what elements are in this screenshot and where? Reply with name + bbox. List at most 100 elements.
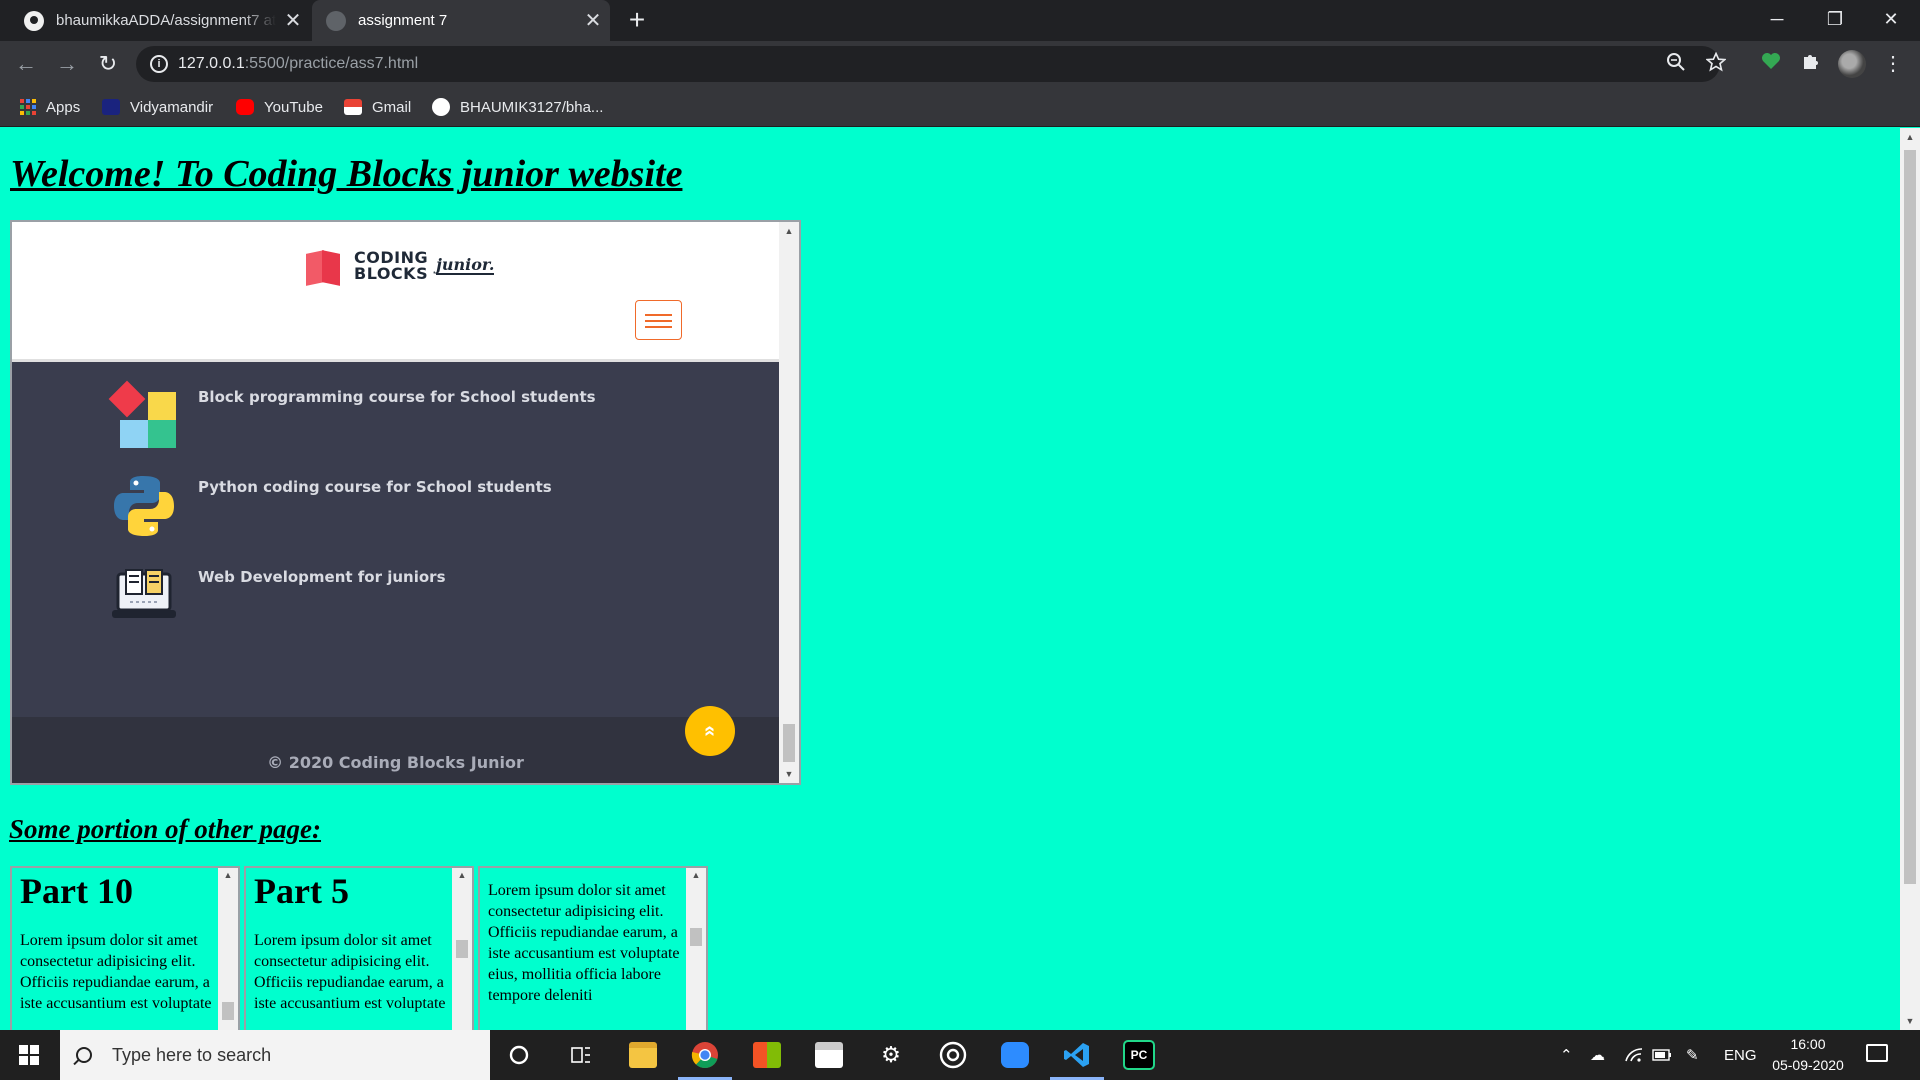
course-label: Web Development for juniors (198, 568, 446, 586)
bookmark-star-icon[interactable] (1705, 51, 1727, 78)
vscode-icon[interactable] (1046, 1030, 1108, 1080)
chrome-icon[interactable] (674, 1030, 736, 1080)
file-explorer-icon[interactable] (612, 1030, 674, 1080)
scroll-up-arrow-icon[interactable]: ▲ (1900, 132, 1920, 142)
close-window-button[interactable]: ✕ (1862, 0, 1920, 41)
part-scrollbar[interactable]: ▲ (218, 868, 238, 1030)
page-scrollbar[interactable]: ▲ ▼ (1900, 128, 1920, 1030)
tab-github[interactable]: bhaumikkaADDA/assignment7 at ✕ (10, 0, 310, 41)
profile-avatar[interactable] (1838, 50, 1866, 78)
heart-extension-icon[interactable] (1758, 51, 1784, 77)
scrollbar-thumb[interactable] (1904, 150, 1916, 884)
back-button[interactable]: ← (10, 48, 42, 80)
scrollbar-thumb[interactable] (690, 928, 702, 946)
tab-close-icon[interactable]: ✕ (276, 8, 310, 33)
cortana-icon[interactable] (488, 1030, 550, 1080)
language-indicator[interactable]: ENG (1724, 1030, 1757, 1080)
course-item-web-dev[interactable]: Web Development for juniors (108, 560, 446, 632)
search-icon (76, 1047, 92, 1063)
restore-button[interactable]: ❐ (1806, 0, 1864, 41)
wifi-icon[interactable] (1624, 1030, 1644, 1080)
course-label: Python coding course for School students (198, 478, 552, 496)
forward-button[interactable]: → (51, 48, 83, 80)
taskbar-search-box[interactable]: Type here to search (60, 1030, 490, 1080)
video-editor-icon[interactable] (798, 1030, 860, 1080)
scroll-up-arrow-icon[interactable]: ▲ (686, 870, 706, 880)
vmc-icon (102, 99, 120, 115)
taskbar-clock[interactable]: 16:00 05-09-2020 (1758, 1034, 1858, 1076)
bookmark-apps[interactable]: Apps (20, 87, 80, 127)
bookmark-vidyamandir[interactable]: Vidyamandir (102, 87, 213, 127)
part-content: Part 5 Lorem ipsum dolor sit amet consec… (254, 868, 450, 1014)
battery-icon[interactable] (1652, 1030, 1672, 1080)
cbj-logo[interactable]: CODING BLOCKS junior. (304, 246, 495, 286)
part-scrollbar[interactable]: ▲ (452, 868, 472, 1030)
scroll-up-arrow-icon[interactable]: ▲ (218, 870, 238, 880)
scroll-down-arrow-icon[interactable]: ▼ (779, 769, 799, 779)
scroll-up-arrow-icon[interactable]: ▲ (452, 870, 472, 880)
tab-assignment-7[interactable]: assignment 7 ✕ (312, 0, 610, 41)
start-button[interactable] (0, 1030, 58, 1080)
scroll-to-top-button[interactable]: » (685, 706, 735, 756)
bookmark-github[interactable]: BHAUMIK3127/bha... (432, 87, 603, 127)
windows-taskbar: Type here to search ⚙ PC ⌃ ☁ ✎ ENG 16:00… (0, 1030, 1920, 1080)
bookmarks-bar: Apps Vidyamandir YouTube Gmail BHAUMIK31… (0, 87, 1920, 127)
part-frame-1[interactable]: Part 10 Lorem ipsum dolor sit amet conse… (10, 866, 240, 1030)
embedded-site: CODING BLOCKS junior. Block programming … (12, 222, 779, 783)
page-title: Welcome! To Coding Blocks junior website (10, 153, 683, 195)
bookmark-label: BHAUMIK3127/bha... (460, 98, 604, 116)
blocks-icon (108, 380, 180, 452)
course-item-block-programming[interactable]: Block programming course for School stud… (108, 380, 596, 452)
course-list: Block programming course for School stud… (12, 362, 779, 717)
part-content: Lorem ipsum dolor sit amet consectetur a… (488, 868, 684, 1006)
tab-close-icon[interactable]: ✕ (576, 8, 610, 33)
laptop-book-icon (108, 560, 180, 632)
part-frame-3[interactable]: Lorem ipsum dolor sit amet consectetur a… (478, 866, 708, 1030)
minimize-button[interactable]: ─ (1748, 0, 1806, 41)
part-text: Lorem ipsum dolor sit amet consectetur a… (20, 932, 212, 1012)
section-subheading: Some portion of other page: (9, 814, 322, 844)
bookmark-label: Vidyamandir (130, 98, 214, 116)
store-icon[interactable] (736, 1030, 798, 1080)
task-view-icon[interactable] (550, 1030, 612, 1080)
media-player-icon[interactable] (922, 1030, 984, 1080)
tab-title: assignment 7 (358, 12, 448, 29)
youtube-icon (236, 99, 254, 115)
show-hidden-icons-chevron-icon[interactable]: ⌃ (1560, 1030, 1573, 1080)
bookmark-gmail[interactable]: Gmail (344, 87, 411, 127)
logo-line-2: BLOCKS (354, 264, 429, 283)
embedded-site-iframe[interactable]: CODING BLOCKS junior. Block programming … (10, 220, 801, 785)
windows-logo-icon (19, 1045, 39, 1065)
pycharm-icon[interactable]: PC (1108, 1030, 1170, 1080)
scrollbar-thumb[interactable] (783, 724, 795, 762)
address-bar[interactable]: i 127.0.0.1:5500/practice/ass7.html (136, 46, 1727, 82)
scroll-down-arrow-icon[interactable]: ▼ (1900, 1016, 1920, 1026)
onedrive-icon[interactable]: ☁ (1590, 1030, 1605, 1080)
url-path: :5500/practice/ass7.html (244, 55, 419, 72)
hamburger-menu-button[interactable] (635, 300, 682, 340)
scrollbar-thumb[interactable] (222, 1002, 234, 1020)
pen-icon[interactable]: ✎ (1686, 1030, 1699, 1080)
search-placeholder: Type here to search (112, 1044, 272, 1065)
reload-button[interactable]: ↻ (92, 48, 124, 80)
course-item-python[interactable]: Python coding course for School students (108, 470, 552, 542)
site-info-icon[interactable]: i (150, 55, 168, 73)
url-text[interactable]: 127.0.0.1:5500/practice/ass7.html (178, 55, 418, 73)
part-frame-2[interactable]: Part 5 Lorem ipsum dolor sit amet consec… (244, 866, 474, 1030)
part-scrollbar[interactable]: ▲ (686, 868, 706, 1030)
bookmark-youtube[interactable]: YouTube (236, 87, 323, 127)
scrollbar-thumb[interactable] (456, 940, 468, 958)
extensions-puzzle-icon[interactable] (1798, 51, 1824, 77)
notifications-icon[interactable] (1866, 1044, 1888, 1062)
settings-gear-icon[interactable]: ⚙ (860, 1030, 922, 1080)
iframe-scrollbar[interactable]: ▲ ▼ (779, 222, 799, 783)
scroll-up-arrow-icon[interactable]: ▲ (779, 226, 799, 236)
zoom-icon[interactable] (1666, 52, 1686, 78)
browser-toolbar: ← → ↻ i 127.0.0.1:5500/practice/ass7.htm… (0, 41, 1920, 87)
menu-kebab-icon[interactable]: ⋮ (1880, 51, 1906, 77)
cube-logo-icon (304, 246, 344, 286)
zoom-meetings-icon[interactable] (984, 1030, 1046, 1080)
new-tab-button[interactable]: + (622, 5, 652, 35)
tab-title: bhaumikkaADDA/assignment7 at (56, 12, 276, 29)
globe-icon (326, 10, 346, 31)
